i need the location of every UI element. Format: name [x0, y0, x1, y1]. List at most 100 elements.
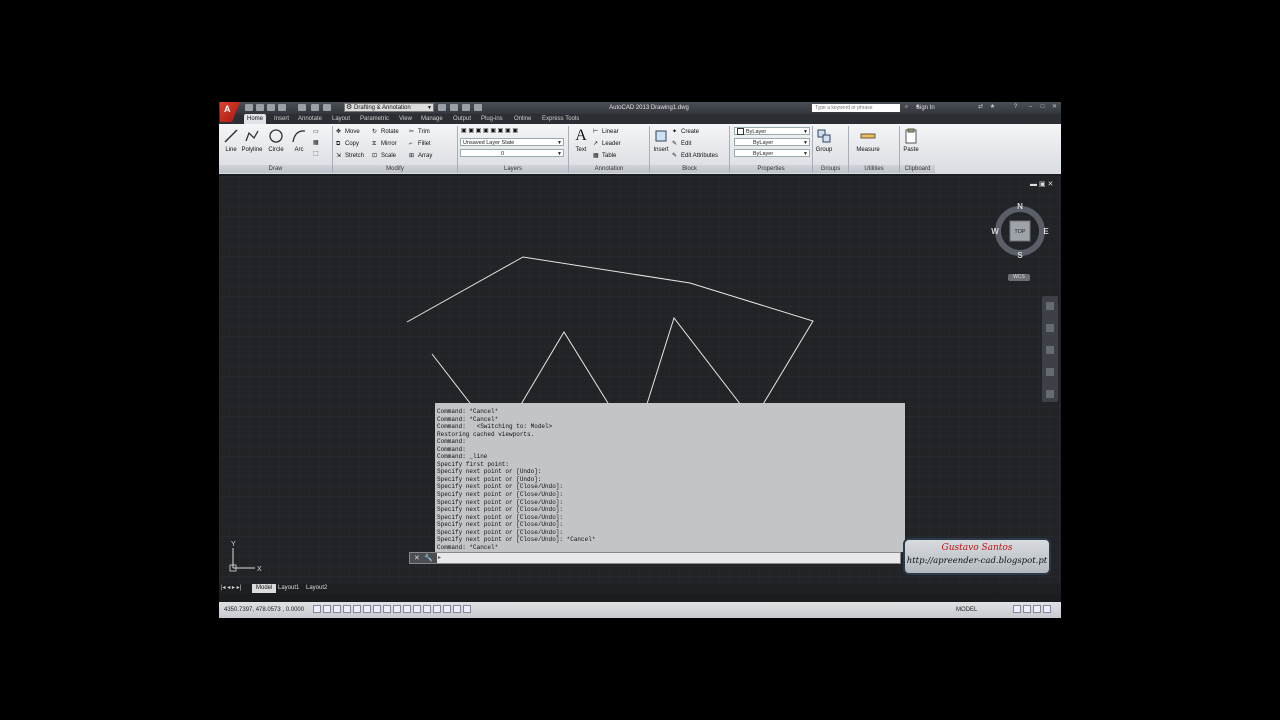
modify-panel-title[interactable]: Modify — [333, 165, 457, 173]
star-icon[interactable]: ★ — [989, 104, 996, 111]
tab-output[interactable]: Output — [450, 114, 474, 124]
search-icon[interactable]: ⌕ — [903, 104, 910, 111]
circle-button[interactable]: Circle — [265, 128, 287, 153]
fillet-button[interactable]: ⌐ Fillet — [409, 140, 431, 149]
clipboard-panel-title[interactable]: Clipboard — [900, 165, 935, 173]
insert-button[interactable]: Insert — [650, 128, 672, 153]
tab-model[interactable]: Model — [252, 584, 277, 593]
dyn-icon[interactable] — [403, 605, 411, 613]
properties-icon[interactable] — [438, 104, 446, 111]
maximize-icon[interactable]: □ — [1039, 104, 1046, 111]
create-block-button[interactable]: ✦ Create — [672, 128, 699, 137]
lineweight-icon[interactable] — [413, 605, 421, 613]
3d-osnap-icon[interactable] — [373, 605, 381, 613]
quick-properties-icon[interactable] — [433, 605, 441, 613]
copy-button[interactable]: ⧉ Copy — [336, 140, 359, 149]
tab-insert[interactable]: Insert — [271, 114, 292, 124]
lineweight-dropdown[interactable]: ByLayer ▼ — [734, 149, 810, 157]
color-dropdown[interactable]: ByLayer ▼ — [734, 127, 810, 136]
layer-state-dropdown[interactable]: Unsaved Layer State ▼ — [460, 138, 564, 146]
draw-panel-title[interactable]: Draw — [219, 165, 332, 173]
linetype-dropdown[interactable]: ByLayer ▼ — [734, 138, 810, 146]
transparency-icon[interactable] — [423, 605, 431, 613]
layer-icon[interactable] — [462, 104, 470, 111]
leader-button[interactable]: ↗ Leader — [593, 140, 621, 149]
command-input[interactable] — [442, 554, 892, 562]
wcs-menu[interactable]: WCS — [1008, 274, 1030, 281]
linear-button[interactable]: ⊢ Linear — [593, 128, 619, 137]
trim-button[interactable]: ✂ Trim — [409, 128, 430, 137]
help-icon[interactable]: ? — [1012, 104, 1019, 111]
ortho-icon[interactable] — [343, 605, 351, 613]
wrench-icon[interactable]: 🔧 — [424, 554, 433, 562]
move-button[interactable]: ✥ Move — [336, 128, 360, 137]
tab-online[interactable]: Online — [511, 114, 534, 124]
polyline-button[interactable]: Polyline — [241, 128, 263, 153]
rectangle-icon[interactable]: ▭ — [313, 128, 319, 137]
command-line-handle[interactable]: ✕ 🔧 — [410, 553, 437, 563]
zoom-icon[interactable] — [1046, 346, 1054, 354]
edit-block-button[interactable]: ✎ Edit — [672, 140, 691, 149]
viewcube[interactable]: TOP N S W E — [991, 202, 1049, 260]
array-button[interactable]: ⊞ Array — [409, 152, 432, 161]
annotation-monitor-icon[interactable] — [453, 605, 461, 613]
sign-in-link[interactable]: Sign In — [916, 103, 935, 113]
utilities-panel-title[interactable]: Utilities — [849, 165, 899, 173]
tab-layout2[interactable]: Layout2 — [302, 584, 331, 593]
undo-icon[interactable] — [311, 104, 319, 111]
command-line[interactable]: ✕ 🔧 ▸ — [409, 552, 901, 564]
lock-icon[interactable] — [1023, 605, 1031, 613]
close-icon[interactable]: ✕ — [1051, 104, 1058, 111]
tab-layout[interactable]: Layout — [329, 114, 353, 124]
scale-button[interactable]: ⊡ Scale — [372, 152, 396, 161]
navigation-bar[interactable] — [1042, 296, 1058, 402]
minimize-icon[interactable]: – — [1027, 104, 1034, 111]
purge-icon[interactable] — [474, 104, 482, 111]
snap-icon[interactable] — [323, 605, 331, 613]
tab-layout1[interactable]: Layout1 — [274, 584, 303, 593]
tab-home[interactable]: Home — [244, 114, 267, 124]
properties-panel-title[interactable]: Properties — [730, 165, 812, 173]
table-button[interactable]: ▦ Table — [593, 152, 616, 161]
tab-plug-ins[interactable]: Plug-ins — [478, 114, 506, 124]
tab-view[interactable]: View — [396, 114, 415, 124]
layer-tools-icon[interactable]: ▣ ▣ ▣ ▣ ▣ ▣ ▣ ▣ — [461, 127, 518, 136]
redo-icon[interactable] — [323, 104, 331, 111]
annotation-panel-title[interactable]: Annotation — [569, 165, 649, 173]
sc-icon[interactable] — [463, 605, 471, 613]
open-icon[interactable] — [256, 104, 264, 111]
workspace-dropdown[interactable]: ⚙ Drafting & Annotation ▼ — [344, 103, 434, 112]
match-properties-icon[interactable] — [450, 104, 458, 111]
stretch-button[interactable]: ⇲ Stretch — [336, 152, 364, 161]
current-layer-dropdown[interactable]: 0 ▼ — [460, 149, 564, 157]
selection-cycling-icon[interactable] — [443, 605, 451, 613]
save-as-icon[interactable] — [278, 104, 286, 111]
save-icon[interactable] — [267, 104, 275, 111]
exchange-icon[interactable]: ⇄ — [977, 104, 984, 111]
tab-annotate[interactable]: Annotate — [295, 114, 325, 124]
layout-nav-icon[interactable]: |◂ ◂ ▸ ▸| — [221, 584, 249, 593]
text-button[interactable]: A Text — [570, 128, 592, 154]
model-space-toggle[interactable]: MODEL — [956, 606, 977, 614]
search-input[interactable] — [812, 104, 900, 112]
tab-manage[interactable]: Manage — [418, 114, 446, 124]
clean-screen-icon[interactable] — [1043, 605, 1051, 613]
annotation-scale[interactable]: A 1:1 — [991, 596, 1004, 602]
plot-icon[interactable] — [298, 104, 306, 111]
measure-button[interactable]: Measure — [853, 128, 883, 153]
group-button[interactable]: Group — [813, 128, 835, 153]
otrack-icon[interactable] — [383, 605, 391, 613]
arc-button[interactable]: Arc — [288, 128, 310, 153]
grid-icon[interactable] — [333, 605, 341, 613]
paste-button[interactable]: Paste — [900, 128, 922, 153]
edit-attributes-button[interactable]: ✎ Edit Attributes — [672, 152, 718, 161]
hatch-icon[interactable]: ▦ — [313, 139, 319, 148]
new-icon[interactable] — [245, 104, 253, 111]
orbit-icon[interactable] — [1046, 368, 1054, 376]
mirror-button[interactable]: ⧖ Mirror — [372, 140, 397, 149]
pan-icon[interactable] — [1046, 324, 1054, 332]
osnap-icon[interactable] — [363, 605, 371, 613]
rotate-button[interactable]: ↻ Rotate — [372, 128, 399, 137]
tab-express-tools[interactable]: Express Tools — [539, 114, 582, 124]
viewport-controls-icon[interactable]: ▬ ▣ ✕ — [1030, 180, 1053, 188]
